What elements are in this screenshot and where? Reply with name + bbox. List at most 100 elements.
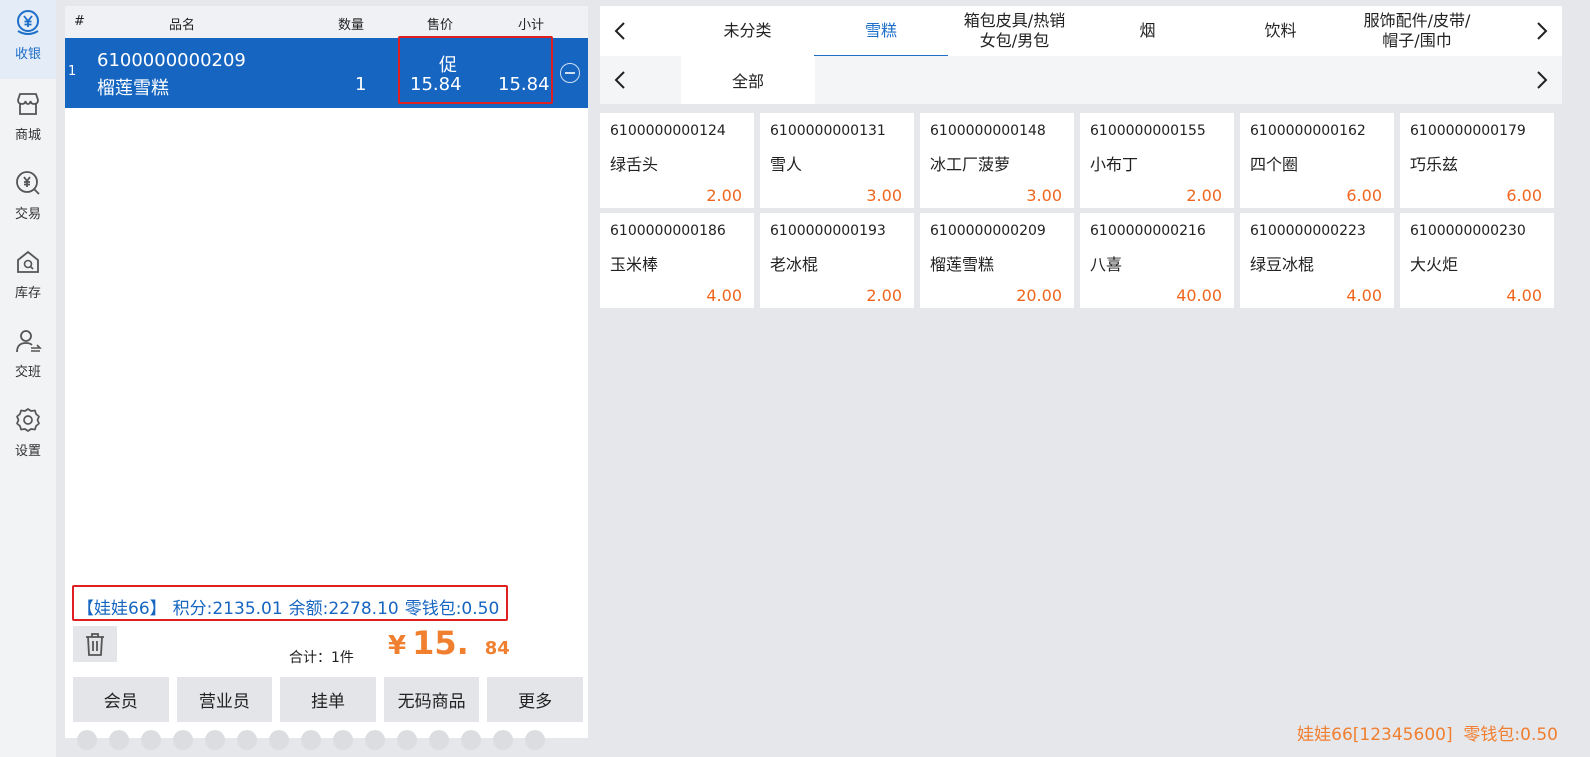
product-price: 40.00 [1176,286,1222,305]
product-price: 20.00 [1016,286,1062,305]
product-name: 榴莲雪糕 [930,255,995,274]
no-barcode-item-button[interactable]: 无码商品 [383,677,480,722]
action-bar: 会员 营业员 挂单 无码商品 更多 [73,677,583,722]
currency-symbol: ¥ [388,631,407,661]
tab-bags[interactable]: 箱包皮具/热销女包/男包 [948,6,1081,56]
chevron-right-icon[interactable] [1522,6,1562,56]
product-price: 2.00 [866,286,902,305]
nav-label: 收银 [14,47,41,62]
nav-item-cashier[interactable]: 收银 [0,0,56,79]
nav-item-settings[interactable]: 设置 [0,397,56,476]
tab-drinks[interactable]: 饮料 [1214,6,1347,56]
hold-order-button[interactable]: 挂单 [280,677,376,722]
product-barcode: 6100000000131 [770,123,886,139]
member-wallet: 零钱包:0.50 [404,599,500,619]
product-price: 2.00 [706,186,742,205]
cart-header: # 品名 数量 售价 小计 [65,6,588,38]
product-card[interactable]: 6100000000124 绿舌头 2.00 [600,113,754,208]
product-price: 3.00 [866,186,902,205]
footer-user: 娃娃66[12345600] [1297,725,1453,745]
more-button[interactable]: 更多 [487,677,583,722]
total-integer: 15. [412,624,469,662]
product-card[interactable]: 6100000000230 大火炬 4.00 [1400,213,1554,308]
product-name: 绿舌头 [610,155,659,174]
product-card[interactable]: 6100000000148 冰工厂菠萝 3.00 [920,113,1074,208]
chevron-left-icon[interactable] [600,6,640,56]
warehouse-icon [13,247,43,277]
remove-item-minus-icon[interactable] [560,63,580,83]
product-card[interactable]: 6100000000162 四个圈 6.00 [1240,113,1394,208]
row-index: 1 [68,64,77,79]
product-card[interactable]: 6100000000179 巧乐兹 6.00 [1400,113,1554,208]
product-barcode: 6100000000124 [610,123,726,139]
chevron-right-icon[interactable] [1522,56,1562,104]
gear-icon [13,405,43,435]
product-name: 雪人 [770,155,803,174]
product-card[interactable]: 6100000000216 八喜 40.00 [1080,213,1234,308]
page-dots [77,730,582,750]
product-price: 6.00 [1346,186,1382,205]
subcategory-tabs: 全部 [600,56,1562,104]
yen-cash-icon [13,8,43,38]
total-amount: ¥15. 84 [388,624,510,662]
product-name: 四个圈 [1250,155,1299,174]
nav-item-inventory[interactable]: 库存 [0,239,56,318]
product-name: 绿豆冰棍 [1250,255,1315,274]
row-quantity[interactable]: 1 [355,74,366,95]
product-barcode: 6100000000186 [610,223,726,239]
salesperson-button[interactable]: 营业员 [176,677,273,722]
product-name: 老冰棍 [770,255,819,274]
tab-ice-cream[interactable]: 雪糕 [814,6,948,56]
product-barcode: 6100000000216 [1090,223,1206,239]
cart-panel: # 品名 数量 售价 小计 1 6100000000209 榴莲雪糕 1 促 1… [65,6,588,750]
total-decimal: 84 [484,638,510,659]
nav-item-shift[interactable]: 交班 [0,318,56,397]
chevron-left-icon[interactable] [600,56,640,104]
member-info-bar: 【娃娃66】 积分:2135.01 余额:2278.10 零钱包:0.50 [72,585,508,621]
member-balance: 余额:2278.10 [288,599,399,619]
row-product-name: 榴莲雪糕 [97,78,169,99]
product-card[interactable]: 6100000000209 榴莲雪糕 20.00 [920,213,1074,308]
tab-tobacco[interactable]: 烟 [1081,6,1214,56]
category-tabs: 未分类 雪糕 箱包皮具/热销女包/男包 烟 饮料 服饰配件/皮带/帽子/围巾 [600,6,1562,56]
product-card[interactable]: 6100000000186 玉米棒 4.00 [600,213,754,308]
product-barcode: 6100000000230 [1410,223,1526,239]
product-price: 4.00 [706,286,742,305]
tab-apparel-accessories[interactable]: 服饰配件/皮带/帽子/围巾 [1347,6,1487,56]
nav-label: 交班 [14,365,41,380]
product-name: 八喜 [1090,255,1123,274]
product-barcode: 6100000000193 [770,223,886,239]
nav-item-transactions[interactable]: 交易 [0,160,56,239]
member-name: 【娃娃66】 [77,599,167,619]
col-name-header: 品名 [169,18,196,33]
subtab-all[interactable]: 全部 [681,56,815,104]
nav-item-mall[interactable]: 商城 [0,81,56,160]
member-points: 积分:2135.01 [172,599,283,619]
product-barcode: 6100000000223 [1250,223,1366,239]
product-price: 6.00 [1506,186,1542,205]
col-index-header: # [74,14,85,29]
price-highlight-box [398,36,553,104]
store-icon [13,89,43,119]
product-card[interactable]: 6100000000155 小布丁 2.00 [1080,113,1234,208]
product-card[interactable]: 6100000000223 绿豆冰棍 4.00 [1240,213,1394,308]
left-nav: 收银 商城 交易 库存 交班 设置 [0,0,56,757]
product-name: 玉米棒 [610,255,659,274]
product-barcode: 6100000000162 [1250,123,1366,139]
nav-label: 库存 [14,286,41,301]
footer-wallet: 零钱包:0.50 [1463,725,1558,745]
product-name: 巧乐兹 [1410,155,1459,174]
total-count: 合计：1件 [289,650,354,666]
col-subtotal-header: 小计 [518,18,545,33]
product-card[interactable]: 6100000000193 老冰棍 2.00 [760,213,914,308]
row-barcode: 6100000000209 [97,50,246,71]
nav-label: 交易 [14,207,41,222]
product-barcode: 6100000000209 [930,223,1046,239]
product-card[interactable]: 6100000000131 雪人 3.00 [760,113,914,208]
member-button[interactable]: 会员 [73,677,169,722]
nav-label: 设置 [14,444,41,459]
col-qty-header: 数量 [338,18,365,33]
tab-uncategorized[interactable]: 未分类 [681,6,814,56]
clear-cart-trash-icon[interactable] [73,626,117,662]
product-barcode: 6100000000155 [1090,123,1206,139]
